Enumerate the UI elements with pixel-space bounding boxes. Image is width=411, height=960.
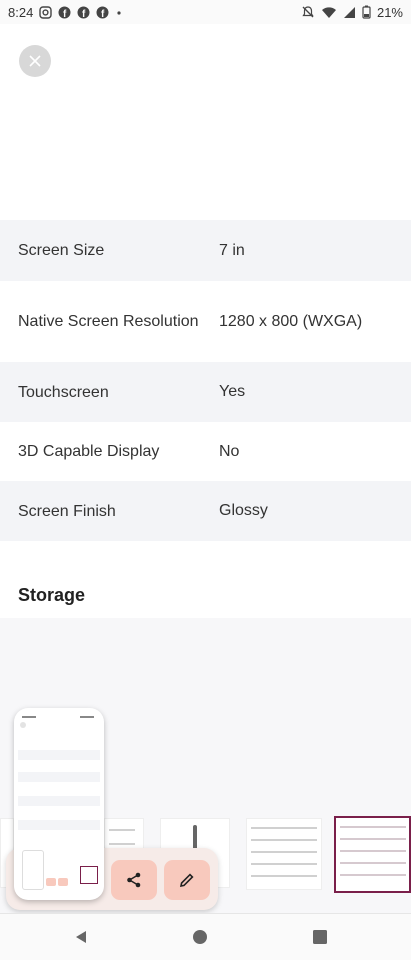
spec-table: Screen Size 7 in Native Screen Resolutio… — [0, 220, 411, 541]
facebook-icon: f — [77, 6, 90, 19]
notification-icons: f f f — [39, 5, 123, 19]
facebook-icon: f — [58, 6, 71, 19]
navigation-bar — [0, 913, 411, 960]
back-button[interactable] — [72, 928, 90, 951]
spec-row: Screen Finish Glossy — [0, 481, 411, 541]
mute-icon — [302, 6, 314, 18]
screenshot-thumbnail[interactable] — [246, 818, 322, 890]
home-button[interactable] — [191, 928, 209, 951]
signal-icon — [343, 6, 355, 18]
recents-button[interactable] — [311, 928, 329, 951]
spec-value: Glossy — [219, 502, 268, 519]
status-time: 8:24 — [8, 4, 34, 20]
battery-icon — [362, 5, 371, 19]
close-icon — [29, 55, 41, 67]
section-title-storage: Storage — [18, 585, 86, 605]
home-icon — [193, 930, 207, 944]
spec-row: Native Screen Resolution 1280 x 800 (WXG… — [0, 281, 411, 362]
spec-value: No — [219, 442, 240, 460]
instagram-icon — [39, 5, 53, 19]
spec-row: 3D Capable Display No — [0, 422, 411, 481]
share-icon — [127, 872, 141, 888]
back-icon — [76, 931, 86, 943]
edit-button[interactable] — [164, 860, 210, 900]
spec-label: 3D Capable Display — [18, 443, 160, 460]
pencil-icon — [179, 873, 194, 888]
spec-value: 7 in — [219, 241, 245, 259]
facebook-icon: f — [96, 6, 109, 19]
wifi-icon — [321, 6, 336, 18]
spec-label: Screen Finish — [18, 502, 116, 520]
spec-label: Native Screen Resolution — [18, 313, 199, 330]
spec-label: Touchscreen — [18, 383, 109, 401]
status-bar: 8:24 f f f 21% — [0, 0, 411, 24]
close-button[interactable] — [19, 45, 51, 77]
spec-label: Screen Size — [18, 242, 105, 259]
screenshot-preview[interactable] — [14, 708, 104, 900]
spec-row: Screen Size 7 in — [0, 220, 411, 281]
spec-value: 1280 x 800 (WXGA) — [219, 312, 363, 330]
spec-value: Yes — [219, 383, 246, 400]
mini-status-bar — [20, 714, 98, 720]
screenshot-thumbnail-selected[interactable] — [334, 816, 411, 893]
battery-percent: 21% — [376, 4, 403, 20]
share-button[interactable] — [111, 860, 157, 900]
dot-icon — [117, 10, 121, 15]
spec-row: Touchscreen Yes — [0, 362, 411, 422]
recents-icon — [313, 930, 327, 944]
system-icons: 21% — [301, 5, 403, 20]
